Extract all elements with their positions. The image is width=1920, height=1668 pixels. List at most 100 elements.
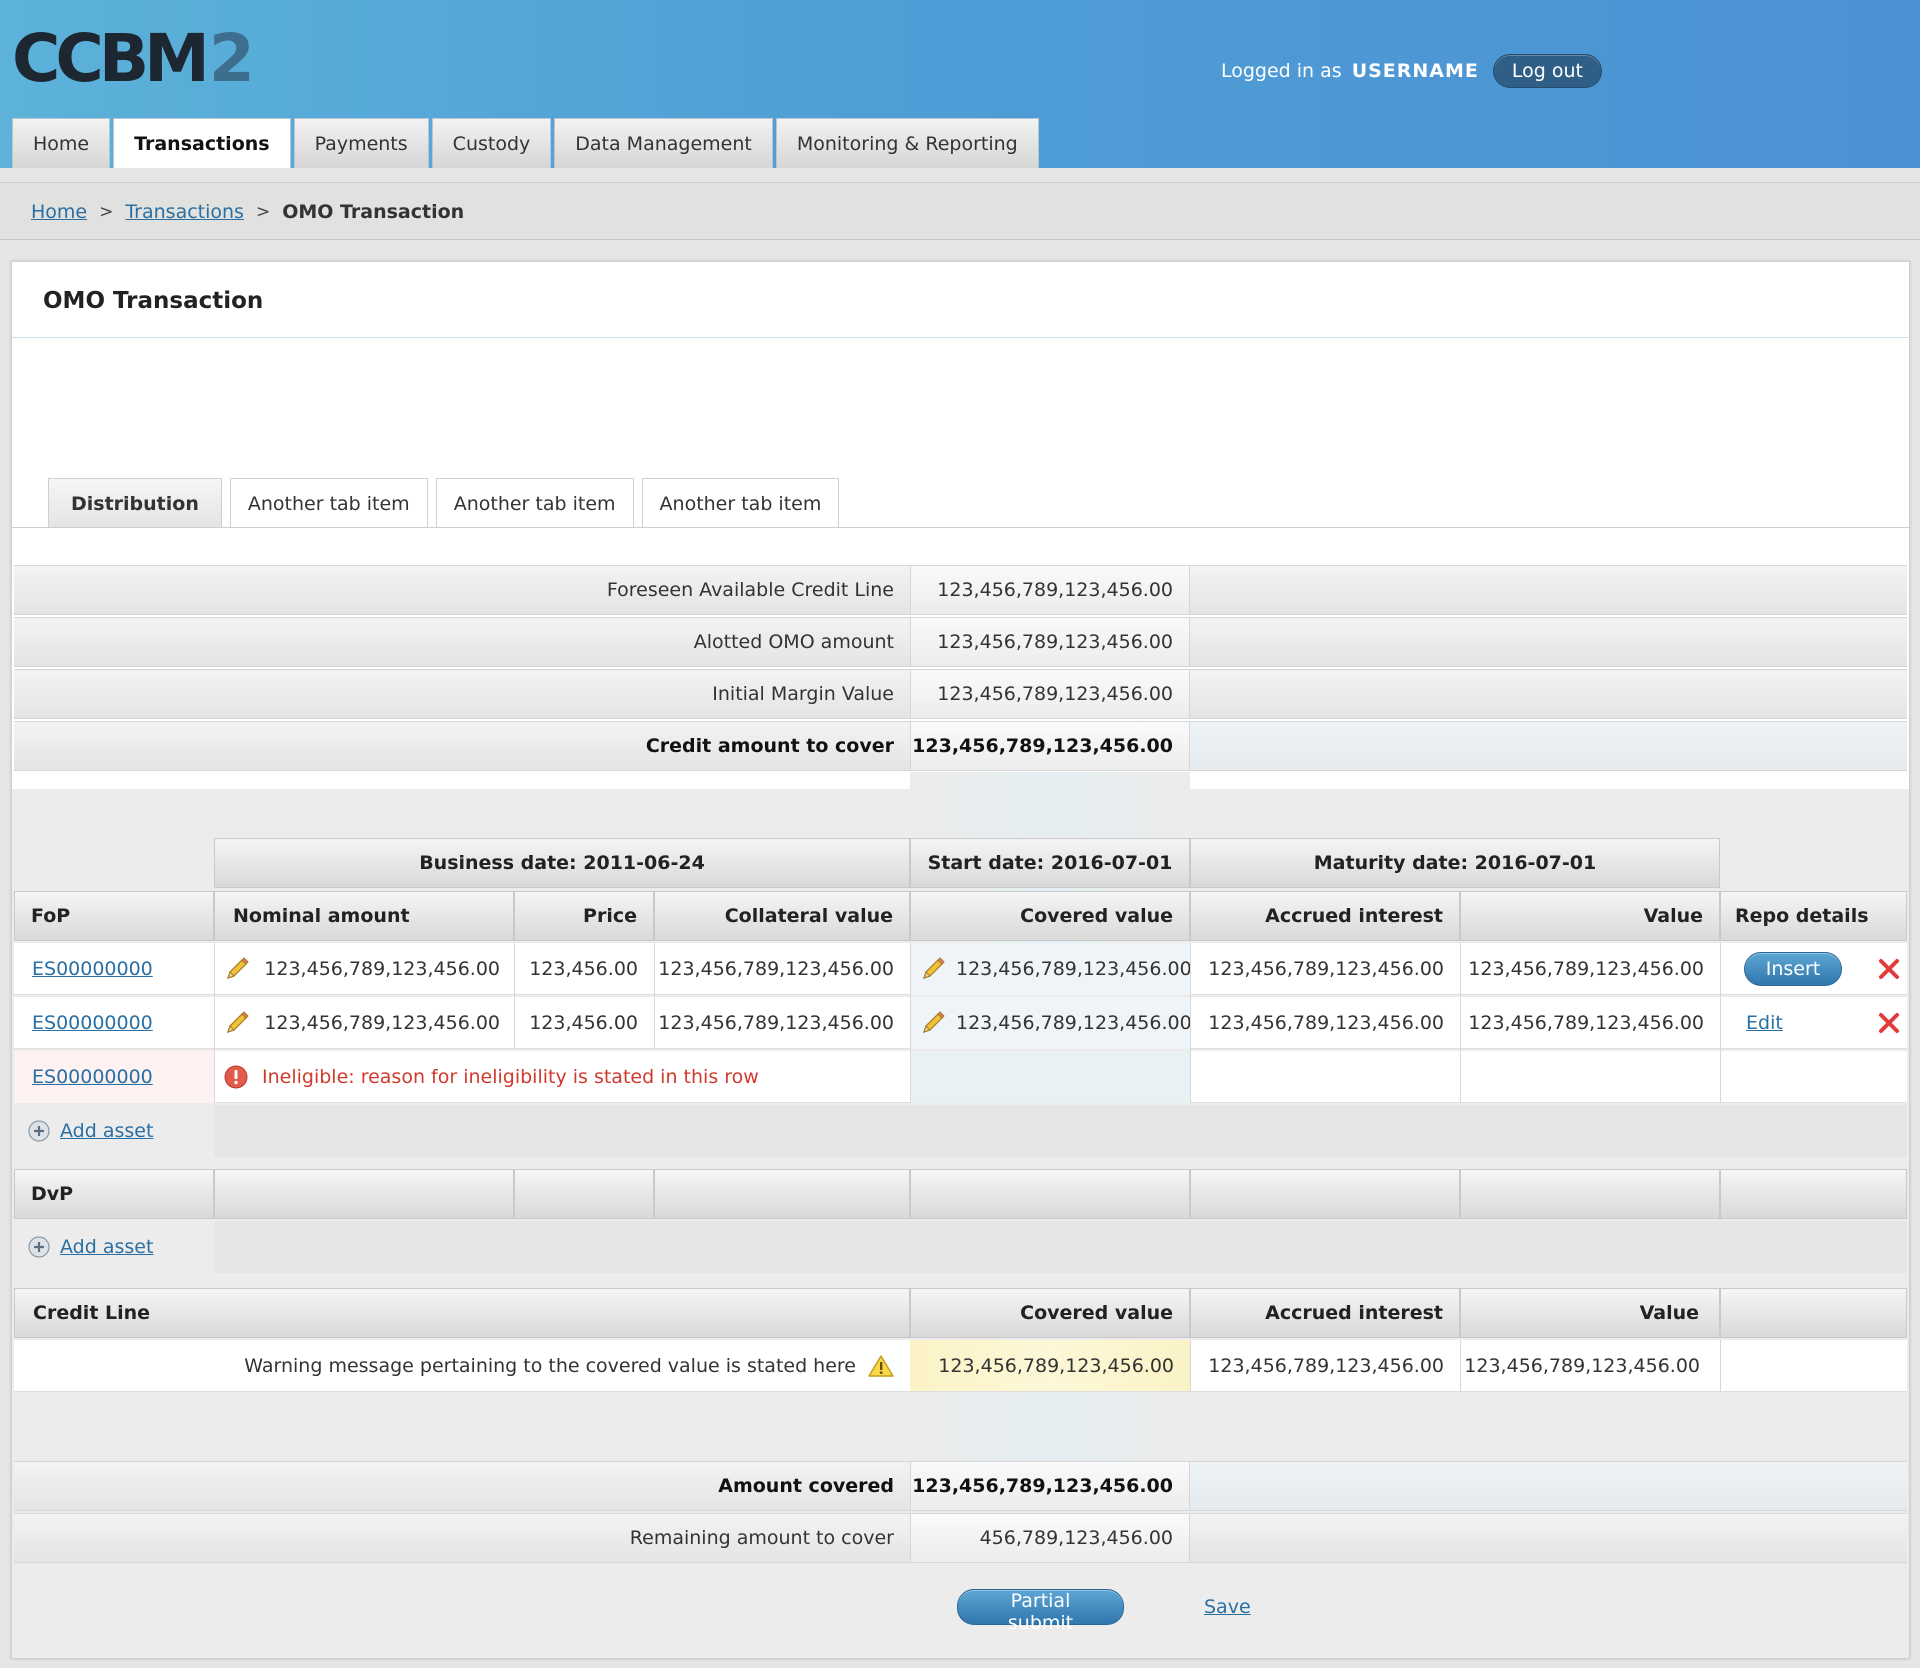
dvp-header-cell	[514, 1169, 654, 1219]
nominal-amount: 123,456,789,123,456.00	[264, 1012, 500, 1034]
col-collateral-value: Collateral value	[654, 891, 910, 941]
covered-column-shade	[910, 1393, 1190, 1461]
dvp-section-label: DvP	[14, 1169, 214, 1219]
delete-row-icon[interactable]	[1877, 957, 1901, 981]
summary-filler	[1190, 617, 1907, 667]
col-accrued-interest: Accrued interest	[1190, 891, 1460, 941]
isin-link[interactable]: ES00000000	[32, 958, 153, 980]
nav-tab-home[interactable]: Home	[12, 118, 111, 168]
business-date-header: Business date: 2011-06-24	[214, 838, 910, 888]
nav-tab-monitoring-reporting[interactable]: Monitoring & Reporting	[775, 118, 1039, 168]
breadcrumb-transactions[interactable]: Transactions	[125, 201, 244, 223]
header: CCBM 2 Logged in as USERNAME Log out Hom…	[0, 0, 1920, 168]
column-divider	[1190, 1340, 1191, 1392]
error-icon	[224, 1065, 248, 1089]
column-divider	[1720, 943, 1721, 1103]
credit-warning-message: Warning message pertaining to the covere…	[244, 1354, 856, 1377]
price-cell: 123,456.00	[529, 958, 638, 980]
col-covered-value: Covered value	[910, 891, 1190, 941]
col-price: Price	[514, 891, 654, 941]
tab-another-2[interactable]: Another tab item	[435, 478, 634, 528]
breadcrumb-current: OMO Transaction	[282, 201, 465, 223]
summary-filler	[1190, 669, 1907, 719]
dvp-header-cell	[1460, 1169, 1720, 1219]
summary-label-foreseen: Foreseen Available Credit Line	[14, 565, 910, 615]
isin-cell: ES00000000	[14, 1051, 214, 1103]
column-divider	[1190, 943, 1191, 1103]
summary-value-initial-margin: 123,456,789,123,456.00	[910, 669, 1190, 719]
main-nav: Home Transactions Payments Custody Data …	[12, 118, 1039, 168]
credit-col-covered: Covered value	[910, 1288, 1190, 1338]
isin-link[interactable]: ES00000000	[32, 1012, 153, 1034]
column-divider	[514, 943, 515, 1049]
content-panel: OMO Transaction Distribution Another tab…	[11, 261, 1910, 1659]
column-divider	[910, 943, 911, 1103]
covered-value: 123,456,789,123,456.00	[956, 958, 1192, 980]
logo-sub: 2	[208, 20, 255, 97]
dvp-header-cell	[214, 1169, 514, 1219]
delete-row-icon[interactable]	[1877, 1011, 1901, 1035]
covered-value: 123,456,789,123,456.00	[956, 1012, 1192, 1034]
tab-another-1[interactable]: Another tab item	[229, 478, 428, 528]
credit-line-section-label: Credit Line	[14, 1288, 910, 1338]
dvp-header-cell	[654, 1169, 910, 1219]
pencil-edit-icon[interactable]	[224, 1010, 250, 1036]
tab-another-3[interactable]: Another tab item	[641, 478, 840, 528]
credit-col-value: Value	[1460, 1288, 1720, 1338]
pencil-edit-icon[interactable]	[920, 1010, 946, 1036]
add-asset-row: Add asset	[14, 1221, 214, 1273]
nav-tab-transactions[interactable]: Transactions	[113, 118, 291, 168]
summary-filler	[1190, 1461, 1907, 1511]
nominal-cell: 123,456,789,123,456.00	[214, 943, 514, 995]
summary-value-credit-to-cover: 123,456,789,123,456.00	[910, 721, 1190, 771]
tab-divider	[12, 527, 1909, 528]
logo-main: CCBM	[12, 20, 210, 97]
edit-repo-link[interactable]: Edit	[1746, 1012, 1783, 1034]
col-repo-details: Repo details	[1720, 891, 1907, 941]
dvp-header-cell	[910, 1169, 1190, 1219]
breadcrumb-home[interactable]: Home	[31, 201, 87, 223]
pencil-edit-icon[interactable]	[920, 956, 946, 982]
isin-link[interactable]: ES00000000	[32, 1066, 153, 1088]
covered-cell: 123,456,789,123,456.00	[910, 997, 1192, 1049]
summary-filler	[1190, 721, 1907, 771]
credit-col-accrued: Accrued interest	[1190, 1288, 1460, 1338]
summary-label-credit-to-cover: Credit amount to cover	[14, 721, 910, 771]
covered-cell	[910, 1051, 1190, 1103]
nav-tab-data-management[interactable]: Data Management	[554, 118, 773, 168]
nominal-cell: 123,456,789,123,456.00	[214, 997, 514, 1049]
isin-cell: ES00000000	[14, 943, 214, 995]
add-asset-link[interactable]: Add asset	[60, 1236, 153, 1258]
page-title: OMO Transaction	[43, 288, 264, 314]
value-cell: 123,456,789,123,456.00	[1468, 1012, 1704, 1034]
add-asset-row: Add asset	[14, 1105, 214, 1157]
accrued-cell: 123,456,789,123,456.00	[1208, 1012, 1444, 1034]
login-status: Logged in as USERNAME Log out	[1221, 54, 1602, 88]
collateral-cell: 123,456,789,123,456.00	[658, 1012, 894, 1034]
credit-row-filler	[1720, 1340, 1907, 1392]
content-tabs: Distribution Another tab item Another ta…	[48, 478, 840, 528]
maturity-date-header: Maturity date: 2016-07-01	[1190, 838, 1720, 888]
insert-repo-button[interactable]: Insert	[1744, 952, 1842, 986]
add-circle-icon[interactable]	[28, 1120, 50, 1142]
credit-warning-cell: Warning message pertaining to the covere…	[14, 1340, 910, 1392]
add-asset-link[interactable]: Add asset	[60, 1120, 153, 1142]
credit-value-cell: 123,456,789,123,456.00	[1460, 1340, 1720, 1392]
add-circle-icon[interactable]	[28, 1236, 50, 1258]
column-divider	[1460, 943, 1461, 1103]
nav-tab-payments[interactable]: Payments	[293, 118, 429, 168]
logout-button[interactable]: Log out	[1492, 54, 1602, 88]
column-divider	[654, 943, 655, 1049]
nav-tab-custody[interactable]: Custody	[431, 118, 552, 168]
save-link[interactable]: Save	[1204, 1596, 1251, 1618]
credit-accrued-cell: 123,456,789,123,456.00	[1190, 1340, 1460, 1392]
pencil-edit-icon[interactable]	[224, 956, 250, 982]
partial-submit-button[interactable]: Partial submit	[957, 1589, 1124, 1634]
dvp-header-cell	[1190, 1169, 1460, 1219]
breadcrumb-separator: >	[255, 202, 271, 222]
tab-distribution[interactable]: Distribution	[48, 478, 222, 528]
covered-cell: 123,456,789,123,456.00	[910, 943, 1192, 995]
column-divider	[1460, 1340, 1461, 1392]
summary-label-alotted: Alotted OMO amount	[14, 617, 910, 667]
column-divider	[1720, 1340, 1721, 1392]
